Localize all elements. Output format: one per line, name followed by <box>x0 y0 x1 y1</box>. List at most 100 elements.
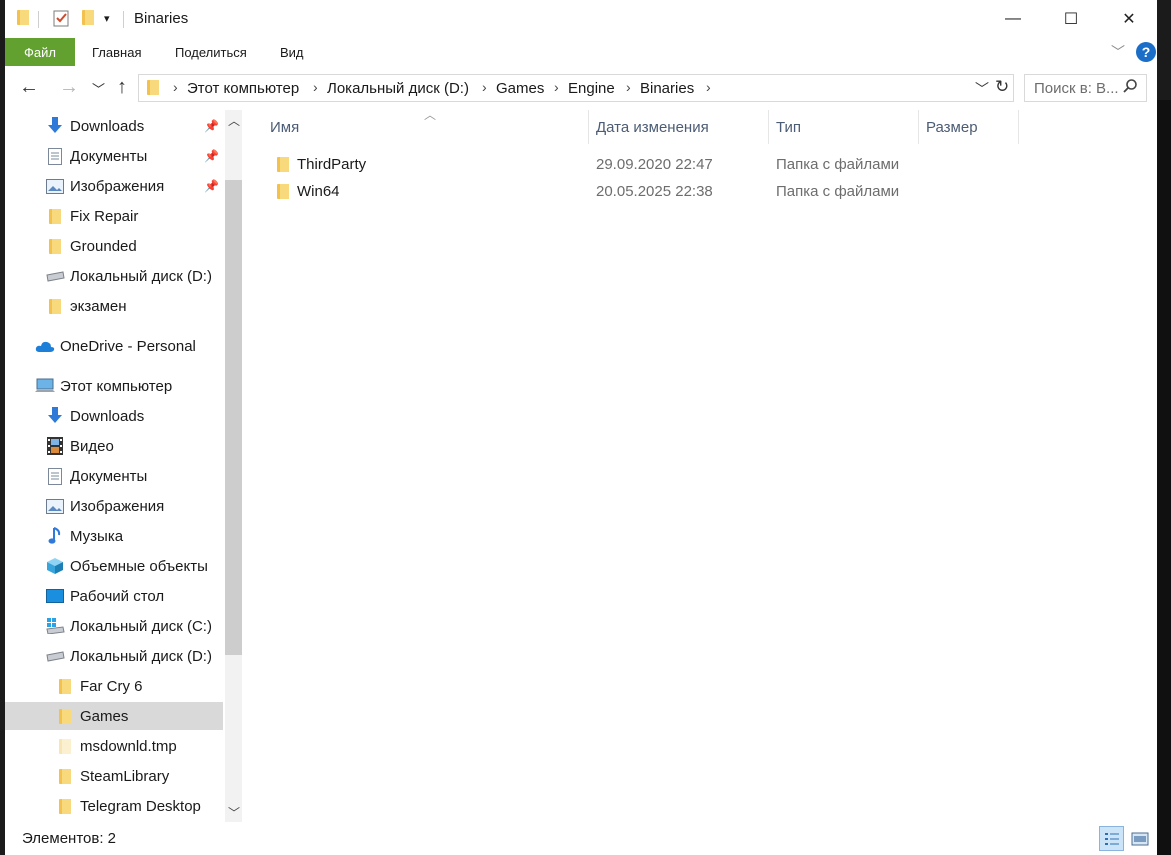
recent-locations-chevron-icon[interactable]: ﹀ <box>92 79 105 98</box>
sidebar-item-onedrive[interactable]: OneDrive - Personal <box>5 332 223 360</box>
breadcrumb-separator-icon[interactable]: › <box>173 79 178 95</box>
breadcrumb-binaries[interactable]: Binaries <box>640 80 694 97</box>
minimize-button[interactable]: — <box>984 0 1042 38</box>
scrollbar-thumb[interactable] <box>225 180 242 655</box>
sidebar-item-drive-d[interactable]: Локальный диск (D:) <box>5 642 223 670</box>
folder-icon <box>277 157 289 176</box>
file-list: ︿ Имя Дата изменения Тип Размер ThirdPar… <box>249 108 1144 822</box>
sidebar-item-this-pc[interactable]: Этот компьютер <box>5 372 223 400</box>
address-bar[interactable]: › Этот компьютер › Локальный диск (D:) ›… <box>138 74 1014 102</box>
sidebar-item-label: Games <box>80 707 129 725</box>
new-folder-icon[interactable] <box>82 10 94 29</box>
sidebar-item-drive-c[interactable]: Локальный диск (C:) <box>5 612 223 640</box>
pin-icon[interactable]: 📌 <box>204 149 219 163</box>
computer-icon <box>35 377 55 395</box>
customize-toolbar-dropdown[interactable]: ▾ <box>104 12 110 25</box>
breadcrumb-separator-icon[interactable]: › <box>554 79 559 95</box>
column-header-date[interactable]: Дата изменения <box>596 119 709 136</box>
breadcrumb-separator-icon[interactable]: › <box>706 79 711 95</box>
tab-home[interactable]: Главная <box>92 45 141 60</box>
drive-icon <box>45 647 65 665</box>
sidebar-item-pictures[interactable]: Изображения 📌 <box>5 172 223 200</box>
refresh-icon[interactable]: ↻ <box>995 77 1009 97</box>
sidebar-item-pc-pictures[interactable]: Изображения <box>5 492 223 520</box>
properties-icon[interactable] <box>53 9 70 31</box>
sidebar-item-label: Документы <box>70 147 148 165</box>
cloud-icon <box>35 337 55 355</box>
search-box[interactable]: Поиск в: В... <box>1024 74 1147 102</box>
tab-view[interactable]: Вид <box>280 45 304 60</box>
sidebar-item-fix-repair[interactable]: Fix Repair <box>5 202 223 230</box>
sidebar-item-label: Downloads <box>70 117 145 135</box>
scroll-down-icon[interactable]: ﹀ <box>228 804 240 821</box>
up-button[interactable]: ↑ <box>117 76 127 99</box>
sidebar-scrollbar[interactable]: ︿ ﹀ <box>225 110 242 822</box>
folder-icon <box>55 677 75 695</box>
sidebar-item-exam[interactable]: экзамен <box>5 292 223 320</box>
sidebar-item-documents[interactable]: Документы 📌 <box>5 142 223 170</box>
breadcrumb-separator-icon[interactable]: › <box>482 79 487 95</box>
back-button[interactable]: ← <box>19 76 39 99</box>
details-view-button[interactable] <box>1099 826 1124 851</box>
document-icon <box>45 467 65 485</box>
maximize-button[interactable]: ☐ <box>1042 0 1100 38</box>
sidebar-item-3d-objects[interactable]: Объемные объекты <box>5 552 223 580</box>
sidebar-item-pc-downloads[interactable]: Downloads <box>5 402 223 430</box>
file-type: Папка с файлами <box>776 183 900 200</box>
sidebar-item-steamlibrary[interactable]: SteamLibrary <box>5 762 223 790</box>
breadcrumb-games[interactable]: Games <box>496 80 544 97</box>
sidebar-item-far-cry-6[interactable]: Far Cry 6 <box>5 672 223 700</box>
sidebar-item-games[interactable]: Games <box>5 702 223 730</box>
details-view-icon <box>1104 832 1119 845</box>
sidebar-item-drive-d-quick[interactable]: Локальный диск (D:) <box>5 262 223 290</box>
sidebar-item-label: Локальный диск (D:) <box>70 647 212 665</box>
help-icon[interactable]: ? <box>1136 42 1156 62</box>
title-bar: ▾ Binaries — ☐ ✕ <box>5 0 1157 38</box>
column-header-size[interactable]: Размер <box>926 119 978 136</box>
column-divider[interactable] <box>918 110 919 144</box>
breadcrumb-engine[interactable]: Engine <box>568 80 615 97</box>
breadcrumb-separator-icon[interactable]: › <box>313 79 318 95</box>
sidebar-item-downloads[interactable]: Downloads 📌 <box>5 112 223 140</box>
scroll-up-icon[interactable]: ︿ <box>228 112 240 129</box>
pin-icon[interactable]: 📌 <box>204 179 219 193</box>
explorer-window: ▾ Binaries — ☐ ✕ Файл Главная Поделиться… <box>5 0 1157 855</box>
ribbon-tabs: Файл Главная Поделиться Вид ﹀ ? <box>5 38 1157 66</box>
3d-objects-icon <box>45 557 65 575</box>
breadcrumb-drive-d[interactable]: Локальный диск (D:) <box>327 80 469 97</box>
folder-icon <box>17 10 29 29</box>
column-divider[interactable] <box>588 110 589 144</box>
column-divider[interactable] <box>768 110 769 144</box>
sidebar-item-label: OneDrive - Personal <box>60 337 196 355</box>
search-input[interactable]: Поиск в: В... <box>1034 80 1119 97</box>
file-row[interactable]: Win64 20.05.2025 22:38 Папка с файлами <box>249 179 1144 205</box>
navigation-bar: ← → ﹀ ↑ › Этот компьютер › Локальный дис… <box>5 66 1157 110</box>
pictures-icon <box>45 497 65 515</box>
forward-button[interactable]: → <box>59 76 79 99</box>
pin-icon[interactable]: 📌 <box>204 119 219 133</box>
sidebar-item-videos[interactable]: Видео <box>5 432 223 460</box>
address-dropdown-icon[interactable]: ﹀ <box>975 79 989 99</box>
folder-icon <box>45 237 65 255</box>
sidebar-item-grounded[interactable]: Grounded <box>5 232 223 260</box>
large-icons-view-button[interactable] <box>1127 826 1152 851</box>
column-header-type[interactable]: Тип <box>776 119 801 136</box>
tab-file[interactable]: Файл <box>5 38 75 66</box>
sidebar-item-desktop[interactable]: Рабочий стол <box>5 582 223 610</box>
sidebar-item-label: Видео <box>70 437 114 455</box>
breadcrumb-this-pc[interactable]: Этот компьютер <box>187 80 299 97</box>
sidebar-item-pc-documents[interactable]: Документы <box>5 462 223 490</box>
close-button[interactable]: ✕ <box>1100 0 1158 38</box>
sidebar-item-music[interactable]: Музыка <box>5 522 223 550</box>
breadcrumb-separator-icon[interactable]: › <box>626 79 631 95</box>
expand-ribbon-icon[interactable]: ﹀ <box>1111 42 1125 62</box>
window-title: Binaries <box>134 10 189 27</box>
tab-share[interactable]: Поделиться <box>175 45 247 60</box>
sidebar-item-label: Рабочий стол <box>70 587 165 605</box>
folder-icon <box>55 797 75 815</box>
file-row[interactable]: ThirdParty 29.09.2020 22:47 Папка с файл… <box>249 152 1144 178</box>
column-divider[interactable] <box>1018 110 1019 144</box>
column-header-name[interactable]: Имя <box>270 119 299 136</box>
sidebar-item-telegram-desktop[interactable]: Telegram Desktop <box>5 792 223 820</box>
sidebar-item-msdownld[interactable]: msdownld.tmp <box>5 732 223 760</box>
